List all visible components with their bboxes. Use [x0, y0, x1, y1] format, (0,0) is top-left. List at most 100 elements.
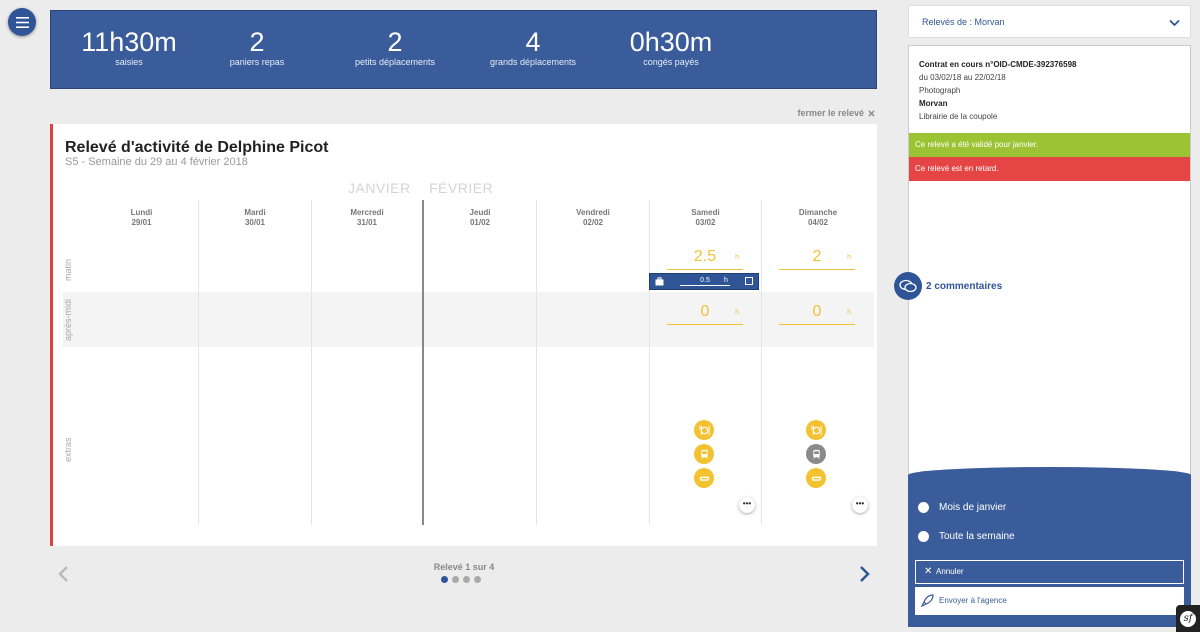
hours-input-samedi-apres-midi[interactable]: 0h — [667, 303, 743, 325]
contract-number: Contrat en cours n°OID-CMDE-392376598 — [919, 60, 1077, 69]
leave-hours-unit: h — [724, 277, 728, 284]
meal-icon-glyph — [698, 425, 710, 435]
stats-banner: 11h30m saisies 2 paniers repas 2 petits dép… — [50, 10, 877, 89]
briefcase-icon — [655, 277, 664, 286]
contract-info: Contrat en cours n°OID-CMDE-392376598 du… — [919, 58, 1076, 123]
prev-report-button[interactable] — [57, 565, 71, 583]
day-name: Vendredi — [576, 208, 610, 217]
debug-toolbar-badge[interactable]: sf — [1176, 605, 1200, 632]
validation-panel: Mois de janvier Toute la semaine ✕ Annule… — [908, 467, 1191, 627]
close-report-label: fermer le relevé — [797, 108, 864, 118]
validated-alert: Ce relevé a été validé pour janvier. — [909, 133, 1190, 157]
send-to-agency-button[interactable]: Envoyer à l'agence — [915, 587, 1184, 615]
radio-month-january[interactable]: Mois de janvier — [918, 502, 1006, 513]
day-date: 03/02 — [695, 218, 716, 227]
activity-report-card: Relevé d'activité de Delphine Picot S5 -… — [50, 124, 877, 546]
day-header: Mercredi 31/01 — [312, 208, 422, 228]
train-icon[interactable] — [694, 444, 714, 464]
expand-icon[interactable] — [745, 277, 753, 285]
symfony-logo-icon: sf — [1180, 610, 1196, 627]
stat-label: petits déplacements — [354, 57, 436, 67]
cancel-label: Annuler — [936, 567, 964, 576]
car-icon-glyph — [699, 476, 709, 481]
radio-label: Mois de janvier — [939, 502, 1007, 513]
report-subtitle: S5 - Semaine du 29 au 4 février 2018 — [65, 156, 248, 168]
train-icon-glyph — [812, 449, 820, 459]
cancel-button[interactable]: ✕ Annuler — [915, 560, 1184, 584]
hamburger-icon — [15, 16, 29, 28]
hours-value: 2 — [812, 248, 822, 265]
leave-hours-input[interactable]: 0.5 — [680, 277, 730, 286]
late-alert: Ce relevé est en retard. — [909, 157, 1190, 181]
stat-value: 4 — [525, 27, 541, 57]
hours-input-dimanche-matin[interactable]: 2h — [779, 248, 855, 270]
pager-dots — [441, 576, 481, 583]
more-options-dimanche[interactable]: ••• — [852, 497, 868, 513]
hours-unit: h — [735, 254, 739, 261]
day-date: 29/01 — [131, 218, 152, 227]
stat-value: 2 — [249, 27, 265, 57]
day-name: Jeudi — [469, 208, 491, 217]
pager-dot[interactable] — [452, 576, 459, 583]
day-column-vendredi: Vendredi 02/02 — [536, 200, 649, 525]
week-grid: matin après-midi extras Lundi 29/01 Mardi… — [63, 200, 874, 525]
chevron-right-icon — [860, 566, 870, 582]
hours-unit: h — [847, 309, 851, 316]
radio-label: Toute la semaine — [939, 531, 1015, 542]
send-label: Envoyer à l'agence — [939, 596, 1007, 605]
row-label-extras: extras — [63, 437, 73, 463]
day-header: Jeudi 01/02 — [424, 208, 536, 228]
stat-label: congés payés — [643, 57, 699, 67]
car-icon[interactable] — [806, 468, 826, 488]
hours-input-samedi-matin[interactable]: 2.5 h — [667, 248, 743, 270]
more-options-samedi[interactable]: ••• — [739, 497, 755, 513]
hours-unit: h — [735, 309, 739, 316]
contract-job: Photograph — [919, 86, 961, 95]
leave-hours-popover: 0.5 h — [649, 273, 759, 290]
comments-bubble — [894, 272, 922, 300]
rocket-icon — [921, 594, 934, 607]
day-header: Dimanche 04/02 — [762, 208, 874, 228]
stat-label: grands déplacements — [489, 57, 577, 67]
close-report-link[interactable]: fermer le relevé — [797, 108, 875, 118]
hours-unit: h — [847, 254, 851, 261]
radio-circle — [918, 531, 929, 542]
day-date: 01/02 — [469, 218, 491, 227]
day-header: Vendredi 02/02 — [537, 208, 649, 228]
pager-dot[interactable] — [441, 576, 448, 583]
day-column-mercredi: Mercredi 31/01 — [311, 200, 422, 525]
report-title: Relevé d'activité de Delphine Picot — [65, 139, 329, 156]
pager-dot[interactable] — [474, 576, 481, 583]
month-label-january: JANVIER — [348, 180, 411, 196]
next-report-button[interactable] — [857, 565, 871, 583]
client-select-label: Relevés de : Morvan — [922, 17, 1005, 27]
stat-grands-deplacements: 4 grands déplacements — [453, 27, 613, 67]
hours-input-dimanche-apres-midi[interactable]: 0h — [779, 303, 855, 325]
day-date: 04/02 — [807, 218, 829, 227]
meal-icon-glyph — [810, 425, 822, 435]
train-icon[interactable] — [806, 444, 826, 464]
comments-button[interactable]: 2 commentaires — [894, 272, 1002, 300]
stat-paniers-repas: 2 paniers repas — [177, 27, 337, 67]
main-menu-button[interactable] — [8, 8, 36, 36]
hours-value: 2.5 — [693, 248, 717, 265]
day-date: 30/01 — [244, 218, 266, 227]
day-name: Samedi — [691, 208, 720, 217]
hours-value: 0 — [812, 303, 822, 320]
day-date: 31/01 — [356, 218, 378, 227]
row-label-matin: matin — [63, 259, 73, 282]
pager-dot[interactable] — [463, 576, 470, 583]
close-icon — [868, 109, 875, 117]
month-label-february: FÉVRIER — [429, 180, 494, 196]
speech-bubbles-icon — [899, 279, 917, 293]
comments-label: 2 commentaires — [926, 280, 1003, 292]
client-select[interactable]: Relevés de : Morvan — [908, 5, 1191, 38]
meal-icon[interactable] — [806, 420, 826, 440]
meal-icon[interactable] — [694, 420, 714, 440]
day-column-lundi: Lundi 29/01 — [85, 200, 198, 525]
car-icon[interactable] — [694, 468, 714, 488]
contract-client: Morvan — [919, 99, 948, 108]
day-name: Mercredi — [350, 208, 384, 217]
radio-whole-week[interactable]: Toute la semaine — [918, 531, 1015, 542]
stat-value: 2 — [387, 27, 403, 57]
